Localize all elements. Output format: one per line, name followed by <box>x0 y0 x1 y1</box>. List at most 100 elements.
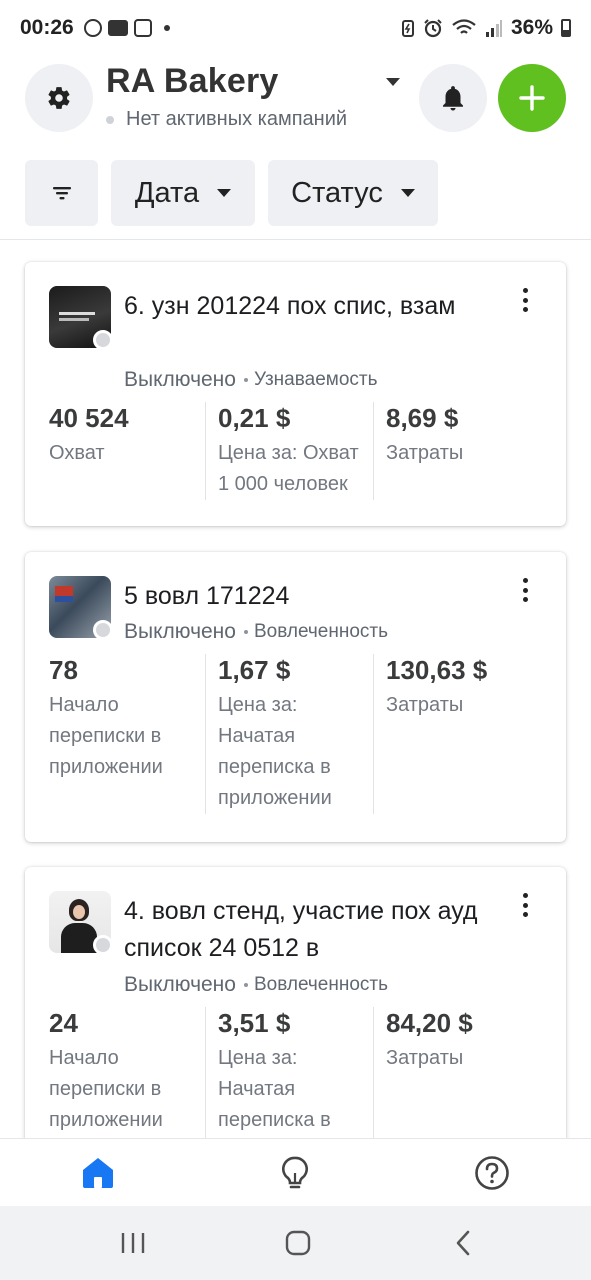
home-icon <box>83 1158 113 1188</box>
metric-cost-per-result: 1,67 $ Цена за: Начатая переписка в прил… <box>205 654 373 814</box>
home-square-icon <box>285 1230 311 1256</box>
separator-dot <box>243 983 248 987</box>
nav-insights-button[interactable] <box>275 1153 315 1193</box>
campaign-status: Выключено <box>124 620 236 643</box>
campaign-card[interactable]: 6. узн 201224 пох спис, взам Выключено У… <box>25 262 566 526</box>
metric-value: 8,69 $ <box>386 403 459 433</box>
metric-cost-per-result: 0,21 $ Цена за: Охват 1 000 человек <box>205 402 373 500</box>
metric-label: Цена за: Начатая переписка в приложении <box>218 1047 331 1131</box>
bell-icon <box>443 86 463 111</box>
separator-dot <box>243 630 248 634</box>
metric-label: Затраты <box>386 1047 464 1069</box>
metric-spend: 84,20 $ Затраты <box>373 1007 541 1138</box>
battery-icon <box>561 19 571 37</box>
campaign-meta: Выключено Узнаваемость <box>124 368 378 392</box>
date-filter-label: Дата <box>134 176 200 209</box>
campaign-meta: Выключено Вовлеченность <box>124 620 388 644</box>
more-options-button[interactable] <box>515 286 535 314</box>
metric-value: 1,67 $ <box>218 655 291 685</box>
create-campaign-button[interactable] <box>498 64 566 132</box>
home-system-button[interactable] <box>281 1228 315 1258</box>
metric-reach: 40 524 Охват <box>49 402 205 500</box>
nav-home-button[interactable] <box>78 1153 118 1193</box>
gear-icon <box>48 87 70 109</box>
status-filter-dropdown[interactable]: Статус <box>268 160 438 226</box>
chevron-down-icon <box>400 189 415 197</box>
account-status-text: Нет активных кампаний <box>126 108 348 130</box>
campaign-status: Выключено <box>124 368 236 391</box>
recent-apps-button[interactable] <box>116 1228 150 1258</box>
filter-icon <box>52 187 71 200</box>
metric-value: 78 <box>49 655 78 685</box>
metric-conversations: 24 Начало переписки в приложении <box>49 1007 205 1138</box>
campaign-objective: Вовлеченность <box>253 974 389 995</box>
help-icon <box>475 1156 509 1190</box>
campaign-status-dot-icon <box>93 935 113 955</box>
metric-value: 24 <box>49 1008 78 1038</box>
metric-value: 3,51 $ <box>218 1008 291 1038</box>
campaign-card[interactable]: 5 вовл 171224 Выключено Вовлеченность 78… <box>25 552 566 842</box>
date-filter-dropdown[interactable]: Дата <box>111 160 255 226</box>
status-bar: 00:26 36% <box>0 0 591 56</box>
campaign-metrics: 78 Начало переписки в приложении 1,67 $ … <box>49 654 549 814</box>
back-chevron-icon <box>456 1230 470 1256</box>
campaign-card[interactable]: 4. вовл стенд, участие пох ауд список 24… <box>25 867 566 1138</box>
metric-value: 40 524 <box>49 403 129 433</box>
status-filter-label: Статус <box>291 176 383 209</box>
account-status: Нет активных кампаний <box>106 108 347 131</box>
more-options-button[interactable] <box>515 891 535 919</box>
battery-percent: 36% <box>510 16 553 39</box>
alarm-icon <box>424 19 442 38</box>
metric-value: 84,20 $ <box>386 1008 473 1038</box>
recent-apps-icon <box>121 1233 145 1253</box>
bottom-navigation <box>0 1138 591 1206</box>
metric-spend: 8,69 $ Затраты <box>373 402 541 500</box>
status-dot-icon <box>106 115 114 124</box>
notifications-button[interactable] <box>419 64 487 132</box>
nav-help-button[interactable] <box>472 1153 512 1193</box>
campaign-name: 4. вовл стенд, участие пох ауд список 24… <box>124 897 478 962</box>
system-icons: 36% <box>401 16 571 40</box>
metric-label: Затраты <box>386 694 464 716</box>
instagram-icon <box>133 19 152 37</box>
metric-label: Цена за: Начатая переписка в приложении <box>218 694 332 809</box>
chevron-down-icon[interactable] <box>386 78 400 86</box>
more-options-button[interactable] <box>515 576 535 604</box>
account-name[interactable]: RA Bakery <box>106 62 279 101</box>
metric-label: Цена за: Охват 1 000 человек <box>218 442 359 495</box>
campaign-list[interactable]: 6. узн 201224 пох спис, взам Выключено У… <box>0 240 591 1138</box>
signal-icon <box>485 20 502 37</box>
campaign-status: Выключено <box>124 973 236 996</box>
metric-value: 0,21 $ <box>218 403 291 433</box>
filter-bar: Дата Статус <box>0 160 591 228</box>
app-notification-icon <box>107 20 128 36</box>
campaign-objective: Вовлеченность <box>253 621 389 642</box>
campaign-metrics: 40 524 Охват 0,21 $ Цена за: Охват 1 000… <box>49 402 549 500</box>
battery-saver-icon <box>401 20 414 37</box>
wifi-icon <box>452 19 476 34</box>
campaign-status-dot-icon <box>93 330 113 350</box>
campaign-metrics: 24 Начало переписки в приложении 3,51 $ … <box>49 1007 549 1138</box>
status-time: 00:26 <box>20 16 74 39</box>
filter-button[interactable] <box>25 160 98 226</box>
metric-conversations: 78 Начало переписки в приложении <box>49 654 205 814</box>
back-button[interactable] <box>447 1228 481 1258</box>
plus-icon <box>519 85 545 111</box>
metric-value: 130,63 $ <box>386 655 488 685</box>
campaign-status-dot-icon <box>93 620 113 640</box>
metric-label: Затраты <box>386 442 464 464</box>
sync-icon <box>83 19 102 37</box>
campaign-meta: Выключено Вовлеченность <box>124 973 388 997</box>
campaign-objective: Узнаваемость <box>253 369 378 390</box>
system-navigation-bar <box>0 1206 591 1280</box>
metric-label: Начало переписки в приложении <box>49 1047 163 1131</box>
metric-spend: 130,63 $ Затраты <box>373 654 541 814</box>
metric-label: Начало переписки в приложении <box>49 694 163 778</box>
metric-cost-per-result: 3,51 $ Цена за: Начатая переписка в прил… <box>205 1007 373 1138</box>
settings-button[interactable] <box>25 64 93 132</box>
chevron-down-icon <box>217 189 232 197</box>
app-header: RA Bakery Нет активных кампаний <box>0 60 591 140</box>
separator-dot <box>243 378 248 382</box>
campaign-name: 6. узн 201224 пох спис, взам <box>124 292 456 320</box>
campaign-name: 5 вовл 171224 <box>124 582 290 610</box>
